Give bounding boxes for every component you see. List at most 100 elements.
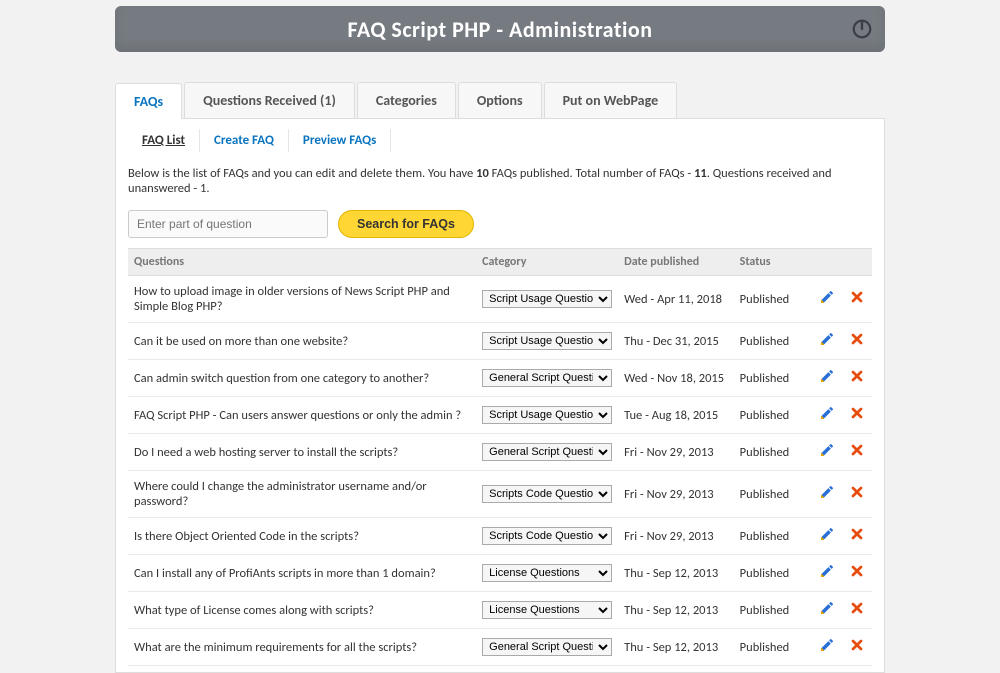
intro-mid1: FAQs published. Total number of FAQs - [489, 166, 694, 181]
edit-cell [812, 518, 842, 555]
close-icon[interactable] [849, 331, 865, 347]
category-select[interactable]: Script Usage QuestionsGeneral Script Que… [482, 601, 612, 619]
tab-options[interactable]: Options [458, 82, 542, 118]
question-cell: How to upload image in older versions of… [128, 276, 476, 323]
table-row: FAQ Script PHP - Can users answer questi… [128, 397, 872, 434]
close-icon[interactable] [849, 405, 865, 421]
power-icon[interactable] [851, 18, 873, 40]
delete-cell [842, 555, 872, 592]
col-questions: Questions [128, 249, 476, 276]
close-icon[interactable] [849, 526, 865, 542]
category-select[interactable]: Script Usage QuestionsGeneral Script Que… [482, 369, 612, 387]
main-tabs: FAQsQuestions Received (1)CategoriesOpti… [115, 82, 885, 118]
edit-cell [812, 471, 842, 518]
edit-cell [812, 434, 842, 471]
category-select[interactable]: Script Usage QuestionsGeneral Script Que… [482, 290, 612, 308]
category-cell: Script Usage QuestionsGeneral Script Que… [476, 397, 618, 434]
tab-faqs[interactable]: FAQs [115, 83, 182, 119]
sub-tabs: FAQ ListCreate FAQPreview FAQs [128, 129, 872, 152]
table-row: Do I need a web hosting server to instal… [128, 434, 872, 471]
question-cell: Is there Object Oriented Code in the scr… [128, 518, 476, 555]
total-count: 11 [694, 166, 707, 181]
delete-cell [842, 471, 872, 518]
category-select[interactable]: Script Usage QuestionsGeneral Script Que… [482, 527, 612, 545]
close-icon[interactable] [849, 600, 865, 616]
status-cell: Published [734, 471, 813, 518]
category-select[interactable]: Script Usage QuestionsGeneral Script Que… [482, 406, 612, 424]
close-icon[interactable] [849, 289, 865, 305]
status-cell: Published [734, 397, 813, 434]
status-cell: Published [734, 555, 813, 592]
category-select[interactable]: Script Usage QuestionsGeneral Script Que… [482, 332, 612, 350]
category-cell: Script Usage QuestionsGeneral Script Que… [476, 276, 618, 323]
edit-cell [812, 360, 842, 397]
date-cell: Thu - Sep 12, 2013 [618, 592, 734, 629]
pencil-icon[interactable] [819, 368, 835, 384]
edit-cell [812, 397, 842, 434]
edit-cell [812, 276, 842, 323]
pencil-icon[interactable] [819, 442, 835, 458]
status-cell: Published [734, 629, 813, 666]
category-select[interactable]: Script Usage QuestionsGeneral Script Que… [482, 443, 612, 461]
date-cell: Fri - Nov 29, 2013 [618, 518, 734, 555]
date-cell: Tue - Aug 18, 2015 [618, 397, 734, 434]
question-cell: What are the minimum requirements for al… [128, 629, 476, 666]
close-icon[interactable] [849, 484, 865, 500]
delete-cell [842, 518, 872, 555]
tab-questions-received-1-[interactable]: Questions Received (1) [184, 82, 355, 118]
date-cell: Thu - Sep 12, 2013 [618, 555, 734, 592]
col-date: Date published [618, 249, 734, 276]
delete-cell [842, 592, 872, 629]
date-cell: Fri - Nov 29, 2013 [618, 471, 734, 518]
search-button[interactable]: Search for FAQs [338, 210, 474, 238]
category-cell: Script Usage QuestionsGeneral Script Que… [476, 592, 618, 629]
table-row: Can it be used on more than one website?… [128, 323, 872, 360]
table-row: Where could I change the administrator u… [128, 471, 872, 518]
tab-put-on-webpage[interactable]: Put on WebPage [544, 82, 678, 118]
delete-cell [842, 434, 872, 471]
close-icon[interactable] [849, 637, 865, 653]
pencil-icon[interactable] [819, 563, 835, 579]
category-select[interactable]: Script Usage QuestionsGeneral Script Que… [482, 638, 612, 656]
intro-suffix: . [206, 181, 209, 196]
header-bar: FAQ Script PHP - Administration [115, 6, 885, 52]
table-row: What type of License comes along with sc… [128, 592, 872, 629]
status-cell: Published [734, 360, 813, 397]
pencil-icon[interactable] [819, 289, 835, 305]
subtab-create-faq[interactable]: Create FAQ [200, 129, 289, 152]
pencil-icon[interactable] [819, 600, 835, 616]
pencil-icon[interactable] [819, 405, 835, 421]
search-input[interactable] [128, 210, 328, 238]
close-icon[interactable] [849, 563, 865, 579]
intro-prefix: Below is the list of FAQs and you can ed… [128, 166, 476, 181]
table-row: Is there Object Oriented Code in the scr… [128, 518, 872, 555]
intro-text: Below is the list of FAQs and you can ed… [128, 166, 872, 196]
status-cell: Published [734, 276, 813, 323]
col-category: Category [476, 249, 618, 276]
category-cell: Script Usage QuestionsGeneral Script Que… [476, 518, 618, 555]
col-delete [842, 249, 872, 276]
pencil-icon[interactable] [819, 484, 835, 500]
close-icon[interactable] [849, 368, 865, 384]
pencil-icon[interactable] [819, 526, 835, 542]
category-select[interactable]: Script Usage QuestionsGeneral Script Que… [482, 485, 612, 503]
close-icon[interactable] [849, 442, 865, 458]
delete-cell [842, 397, 872, 434]
category-cell: Script Usage QuestionsGeneral Script Que… [476, 629, 618, 666]
faqs-panel: FAQ ListCreate FAQPreview FAQs Below is … [115, 118, 885, 673]
edit-cell [812, 555, 842, 592]
date-cell: Wed - Nov 18, 2015 [618, 360, 734, 397]
subtab-faq-list[interactable]: FAQ List [128, 129, 200, 152]
pencil-icon[interactable] [819, 331, 835, 347]
category-select[interactable]: Script Usage QuestionsGeneral Script Que… [482, 564, 612, 582]
published-count: 10 [476, 166, 489, 181]
table-row: What are the minimum requirements for al… [128, 629, 872, 666]
tab-categories[interactable]: Categories [357, 82, 456, 118]
table-row: Can admin switch question from one categ… [128, 360, 872, 397]
search-bar: Search for FAQs [128, 210, 872, 238]
question-cell: Where could I change the administrator u… [128, 471, 476, 518]
status-cell: Published [734, 592, 813, 629]
subtab-preview-faqs[interactable]: Preview FAQs [289, 129, 391, 152]
delete-cell [842, 276, 872, 323]
pencil-icon[interactable] [819, 637, 835, 653]
